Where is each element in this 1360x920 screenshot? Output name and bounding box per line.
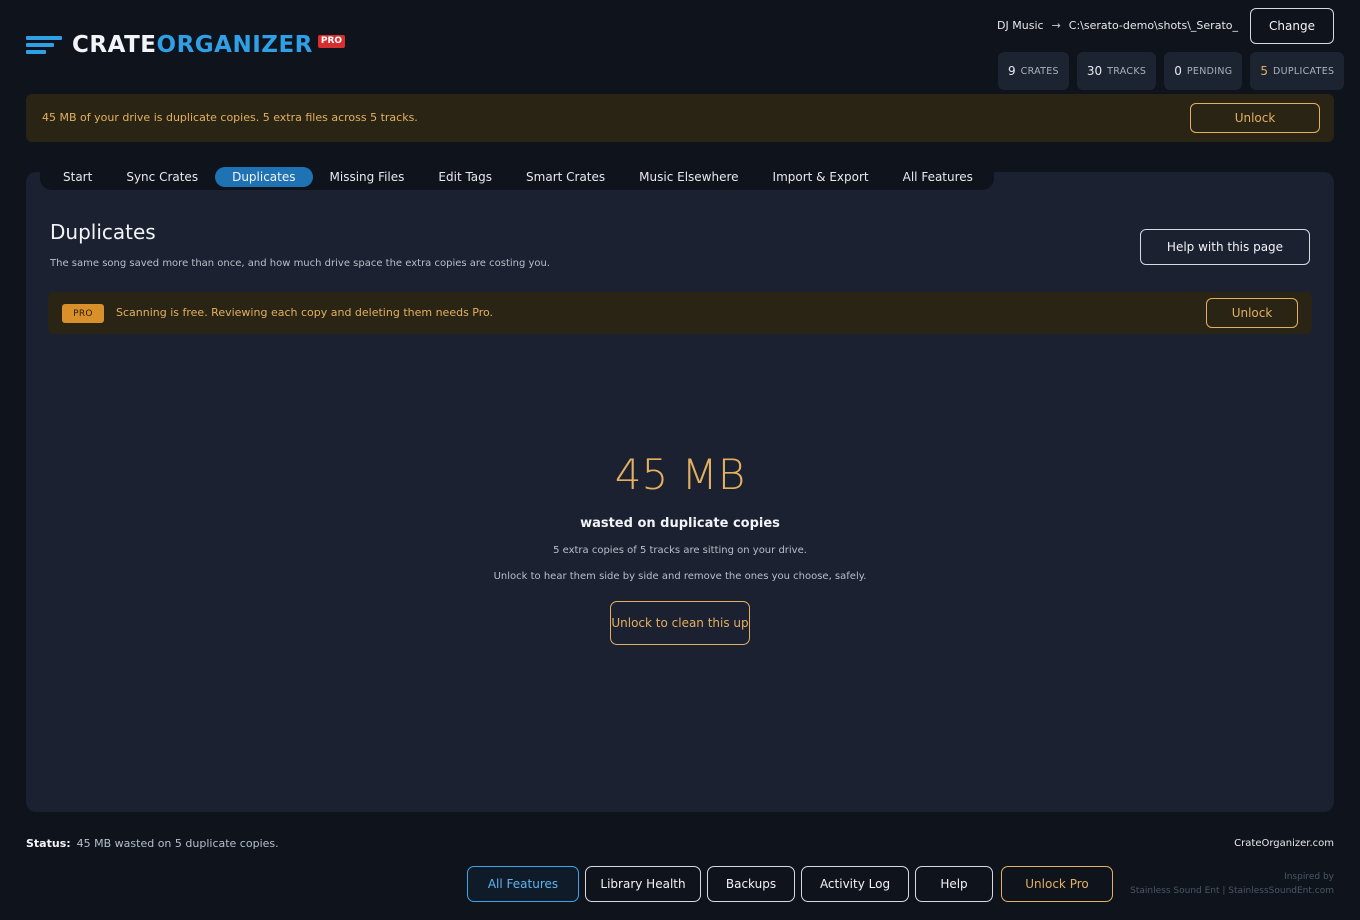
tab-music-elsewhere[interactable]: Music Elsewhere bbox=[622, 167, 755, 187]
banner-unlock-button[interactable]: Unlock bbox=[1190, 103, 1320, 133]
all-features-button[interactable]: All Features bbox=[467, 866, 579, 902]
arrow-right-icon: → bbox=[1051, 19, 1061, 32]
wasted-caption: wasted on duplicate copies bbox=[580, 516, 780, 531]
tab-bar: Start Sync Crates Duplicates Missing Fil… bbox=[40, 164, 994, 190]
site-link[interactable]: CrateOrganizer.com bbox=[1234, 838, 1334, 849]
tab-edit-tags[interactable]: Edit Tags bbox=[421, 167, 509, 187]
change-library-button[interactable]: Change bbox=[1250, 8, 1334, 44]
logo-text: CRATEORGANIZER bbox=[72, 32, 313, 58]
backups-button[interactable]: Backups bbox=[707, 866, 795, 902]
unlock-hint: Unlock to hear them side by side and rem… bbox=[493, 571, 867, 582]
help-button[interactable]: Help bbox=[915, 866, 993, 902]
tab-duplicates[interactable]: Duplicates bbox=[215, 167, 313, 187]
tab-all-features[interactable]: All Features bbox=[886, 167, 990, 187]
tab-smart-crates[interactable]: Smart Crates bbox=[509, 167, 622, 187]
status-text: 45 MB wasted on 5 duplicate copies. bbox=[76, 837, 279, 850]
stat-tracks[interactable]: 30 TRACKS bbox=[1076, 52, 1157, 90]
status-label: Status: bbox=[26, 837, 71, 850]
duplicate-banner: 45 MB of your drive is duplicate copies.… bbox=[26, 94, 1334, 142]
tab-sync-crates[interactable]: Sync Crates bbox=[109, 167, 215, 187]
pro-notice: PRO Scanning is free. Reviewing each cop… bbox=[48, 292, 1312, 334]
tab-start[interactable]: Start bbox=[46, 167, 109, 187]
app-logo: CRATEORGANIZER PRO bbox=[26, 32, 346, 58]
stat-duplicates[interactable]: 5 DUPLICATES bbox=[1250, 52, 1345, 90]
library-path: DJ Music → C:\serato-demo\shots\_Serato_ bbox=[997, 19, 1238, 32]
logo-lines-icon bbox=[26, 34, 64, 56]
help-page-button[interactable]: Help with this page bbox=[1140, 229, 1310, 265]
stats-bar: 9 CRATES 30 TRACKS 0 PENDING 5 DUPLICATES bbox=[998, 52, 1345, 90]
activity-log-button[interactable]: Activity Log bbox=[801, 866, 909, 902]
banner-text: 45 MB of your drive is duplicate copies.… bbox=[42, 111, 418, 124]
status-bar: Status: 45 MB wasted on 5 duplicate copie… bbox=[26, 837, 279, 850]
pro-notice-text: Scanning is free. Reviewing each copy an… bbox=[116, 306, 494, 319]
library-name: DJ Music bbox=[997, 19, 1044, 32]
tab-import-export[interactable]: Import & Export bbox=[756, 167, 886, 187]
inspired-credit: Inspired by Stainless Sound Ent | Stainl… bbox=[1130, 872, 1334, 896]
page-title: Duplicates bbox=[50, 220, 156, 244]
library-health-button[interactable]: Library Health bbox=[585, 866, 701, 902]
library-path-value: C:\serato-demo\shots\_Serato_ bbox=[1068, 19, 1238, 32]
unlock-clean-button[interactable]: Unlock to clean this up bbox=[610, 601, 750, 645]
pro-unlock-button[interactable]: Unlock bbox=[1206, 298, 1298, 328]
stat-crates[interactable]: 9 CRATES bbox=[998, 52, 1069, 90]
wasted-size: 45 MB bbox=[614, 450, 746, 499]
unlock-pro-button[interactable]: Unlock Pro bbox=[1001, 866, 1113, 902]
pro-badge: PRO bbox=[62, 304, 104, 323]
logo-pro-badge: PRO bbox=[317, 34, 346, 48]
stat-pending[interactable]: 0 PENDING bbox=[1164, 52, 1243, 90]
tab-missing-files[interactable]: Missing Files bbox=[313, 167, 422, 187]
page-subtitle: The same song saved more than once, and … bbox=[50, 258, 551, 269]
duplicate-summary: 5 extra copies of 5 tracks are sitting o… bbox=[553, 545, 807, 556]
